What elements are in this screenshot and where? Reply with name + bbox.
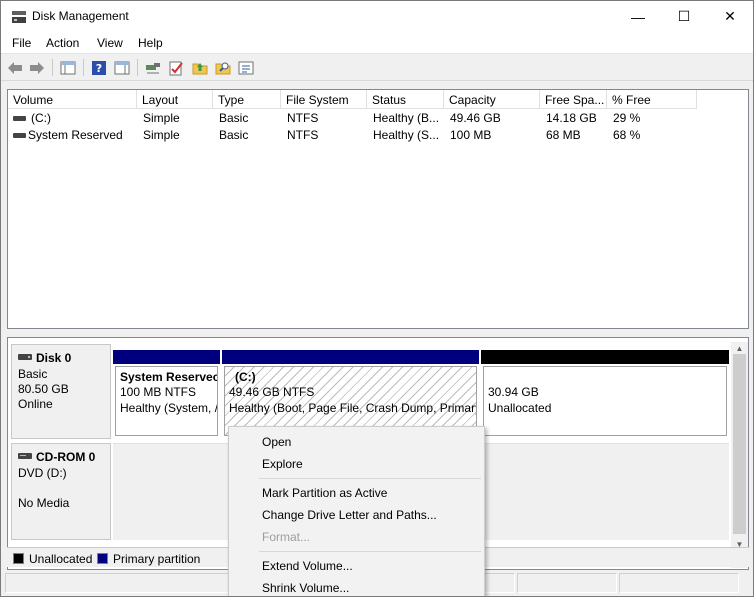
menu-action[interactable]: Action (46, 36, 79, 50)
disk-management-icon (12, 11, 26, 23)
cell-capacity: 49.46 GB (450, 111, 501, 125)
forward-arrow-icon[interactable] (28, 59, 46, 76)
properties-icon[interactable] (237, 59, 255, 76)
cdrom-0-label[interactable]: CD-ROM 0 DVD (D:) No Media (11, 443, 111, 540)
action-pane-icon[interactable] (113, 59, 131, 76)
back-arrow-icon[interactable] (6, 59, 24, 76)
cell-percent-free: 29 % (613, 111, 641, 125)
disk-drive-icon (18, 354, 32, 360)
cell-status: Healthy (B... (373, 111, 440, 125)
volume-list[interactable]: Volume Layout Type File System Status Ca… (7, 89, 749, 329)
partition-status: Healthy (System, / (120, 401, 218, 415)
menu-bar: File Action View Help (1, 32, 753, 54)
cell-layout: Simple (143, 111, 180, 125)
status-segment (619, 573, 739, 593)
menu-item-change-drive-letter[interactable]: Change Drive Letter and Paths... (262, 508, 437, 522)
connect-icon[interactable] (144, 59, 162, 76)
cell-type: Basic (219, 128, 249, 142)
partition-c-drive[interactable]: (C:) 49.46 GB NTFS Healthy (Boot, Page F… (222, 350, 479, 436)
volume-icon (13, 116, 26, 121)
maximize-button[interactable]: ☐ (661, 1, 707, 32)
menu-item-extend-volume[interactable]: Extend Volume... (262, 559, 353, 573)
cell-type: Basic (219, 111, 249, 125)
partition-body: 30.94 GB Unallocated (483, 366, 727, 436)
legend-label-unallocated: Unallocated (29, 552, 93, 566)
close-button[interactable]: ✕ (707, 1, 753, 32)
column-header-free-space[interactable]: Free Spa... (540, 90, 607, 109)
cell-file-system: NTFS (287, 128, 319, 142)
cell-volume: (C:) (31, 111, 51, 125)
volume-icon (13, 133, 26, 138)
column-header-volume[interactable]: Volume (8, 90, 137, 109)
console-tree-icon[interactable] (59, 59, 77, 76)
partition-title: System Reservec (120, 370, 218, 384)
menu-help[interactable]: Help (138, 36, 163, 50)
cell-layout: Simple (143, 128, 180, 142)
partition-size: 100 MB NTFS (120, 385, 197, 399)
partition-bar (113, 350, 220, 364)
scroll-up-icon[interactable]: ▲ (731, 342, 748, 354)
partition-system-reserved[interactable]: System Reservec 100 MB NTFS Healthy (Sys… (113, 350, 220, 436)
disk-size: 80.50 GB (18, 382, 69, 396)
disk-type: Basic (18, 367, 48, 381)
folder-up-icon[interactable] (191, 59, 209, 76)
partition-unallocated[interactable]: 30.94 GB Unallocated (481, 350, 729, 436)
cell-free-space: 68 MB (546, 128, 581, 142)
cell-status: Healthy (S... (373, 128, 440, 142)
partition-status: Unallocated (488, 401, 552, 415)
scroll-thumb[interactable] (733, 354, 746, 534)
cell-percent-free: 68 % (613, 128, 641, 142)
partition-bar (481, 350, 729, 364)
disk-status: No Media (18, 496, 70, 510)
cell-volume: System Reserved (28, 128, 123, 142)
disk-type: DVD (D:) (18, 466, 67, 480)
column-header-file-system[interactable]: File System (281, 90, 367, 109)
legend-swatch-unallocated (13, 553, 24, 564)
partition-size: 49.46 GB NTFS (229, 385, 315, 399)
checklist-icon[interactable] (167, 59, 185, 76)
column-header-layout[interactable]: Layout (137, 90, 213, 109)
disk-0-label[interactable]: Disk 0 Basic 80.50 GB Online (11, 344, 111, 439)
menu-item-mark-active[interactable]: Mark Partition as Active (262, 486, 387, 500)
disk-status: Online (18, 397, 53, 411)
title-bar: Disk Management — ☐ ✕ (1, 1, 753, 32)
context-menu: Open Explore Mark Partition as Active Ch… (228, 426, 485, 596)
disk-management-window: Disk Management — ☐ ✕ File Action View H… (0, 0, 754, 597)
cell-free-space: 14.18 GB (546, 111, 597, 125)
window-title: Disk Management (32, 9, 129, 23)
column-header-type[interactable]: Type (213, 90, 281, 109)
help-icon[interactable]: ? (90, 59, 108, 76)
column-header-percent-free[interactable]: % Free (607, 90, 697, 109)
column-header-status[interactable]: Status (367, 90, 444, 109)
column-header-capacity[interactable]: Capacity (444, 90, 540, 109)
menu-separator (259, 478, 481, 479)
legend-swatch-primary (97, 553, 108, 564)
menu-view[interactable]: View (97, 36, 123, 50)
menu-item-explore[interactable]: Explore (262, 457, 303, 471)
partition-title: (C:) (235, 370, 256, 384)
partition-size: 30.94 GB (488, 385, 539, 399)
svg-text:?: ? (96, 62, 102, 75)
folder-search-icon[interactable] (214, 59, 232, 76)
legend-label-primary: Primary partition (113, 552, 201, 566)
toolbar: ? (1, 54, 753, 81)
cell-file-system: NTFS (287, 111, 319, 125)
status-segment (517, 573, 617, 593)
partition-bar (222, 350, 479, 364)
cell-capacity: 100 MB (450, 128, 492, 142)
minimize-button[interactable]: — (615, 1, 661, 32)
menu-item-shrink-volume[interactable]: Shrink Volume... (262, 581, 349, 595)
vertical-scrollbar[interactable]: ▲ ▼ (731, 342, 748, 568)
menu-separator (259, 551, 481, 552)
menu-item-open[interactable]: Open (262, 435, 291, 449)
disk-name: CD-ROM 0 (36, 450, 96, 464)
disk-name: Disk 0 (36, 351, 72, 365)
menu-file[interactable]: File (12, 36, 31, 50)
partition-status: Healthy (Boot, Page File, Crash Dump, Pr… (229, 401, 477, 415)
partition-body: System Reservec 100 MB NTFS Healthy (Sys… (115, 366, 218, 436)
cdrom-drive-icon (18, 453, 32, 459)
menu-item-format: Format... (262, 530, 311, 544)
